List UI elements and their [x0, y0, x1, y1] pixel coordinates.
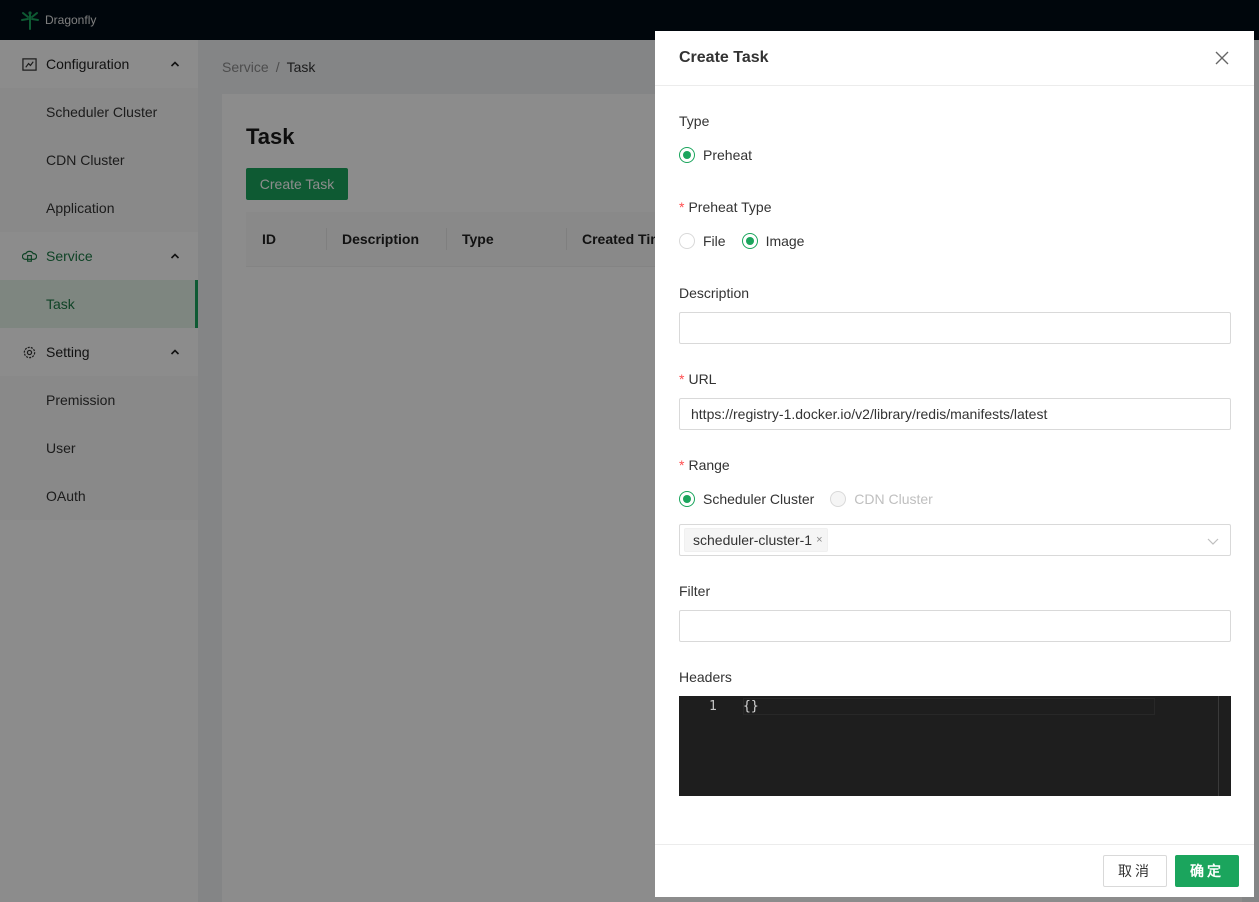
chevron-down-icon [1207, 538, 1219, 545]
create-task-drawer: Create Task Type Preheat * Preheat Type F… [655, 31, 1254, 897]
editor-scrollbar[interactable] [1218, 696, 1219, 796]
required-mark: * [679, 371, 685, 387]
description-input[interactable] [679, 312, 1231, 344]
radio-image[interactable]: Image [741, 233, 805, 249]
radio-dot [679, 491, 695, 507]
description-label-text: Description [679, 285, 750, 301]
required-mark: * [679, 199, 685, 215]
radio-file[interactable]: File [679, 233, 726, 249]
tag-close-icon[interactable]: × [816, 534, 822, 546]
selected-tag: scheduler-cluster-1 × [684, 528, 828, 552]
url-label: * URL [679, 371, 716, 387]
required-mark: * [679, 457, 685, 473]
type-label-text: Type [679, 113, 710, 129]
radio-dot [741, 233, 758, 249]
url-label-text: URL [688, 371, 717, 387]
current-line-highlight [743, 698, 1155, 715]
headers-label: Headers [679, 669, 732, 685]
drawer-title: Create Task [679, 49, 769, 66]
preheat-type-label: * Preheat Type [679, 199, 771, 215]
preheat-type-radio-group: File Image [679, 233, 820, 249]
radio-preheat-label: Preheat [703, 147, 753, 163]
radio-preheat[interactable]: Preheat [679, 147, 752, 163]
radio-cdn-cluster-label: CDN Cluster [854, 491, 933, 507]
drawer-footer: 取消 确定 [655, 844, 1254, 897]
confirm-button[interactable]: 确定 [1175, 855, 1239, 887]
close-icon[interactable] [1214, 50, 1230, 66]
radio-scheduler-cluster-label: Scheduler Cluster [703, 491, 815, 507]
drawer-header: Create Task [655, 31, 1254, 86]
type-radio-group: Preheat [679, 147, 768, 163]
radio-dot [679, 233, 695, 249]
editor-code: {} [743, 699, 759, 714]
radio-dot [830, 491, 847, 507]
preheat-type-label-text: Preheat Type [688, 199, 772, 215]
range-radio-group: Scheduler Cluster CDN Cluster [679, 491, 949, 507]
description-label: Description [679, 285, 749, 301]
type-label: Type [679, 113, 709, 129]
headers-code-editor[interactable]: 1 {} [679, 696, 1231, 796]
radio-image-label: Image [765, 233, 805, 249]
radio-cdn-cluster[interactable]: CDN Cluster [830, 491, 933, 507]
selected-tag-label: scheduler-cluster-1 [693, 532, 813, 548]
range-label: * Range [679, 457, 730, 473]
cancel-button[interactable]: 取消 [1103, 855, 1167, 887]
filter-input[interactable] [679, 610, 1231, 642]
scheduler-cluster-select[interactable]: scheduler-cluster-1 × [679, 524, 1231, 556]
radio-dot [679, 147, 695, 163]
filter-label-text: Filter [679, 583, 711, 599]
radio-scheduler-cluster[interactable]: Scheduler Cluster [679, 491, 814, 507]
radio-file-label: File [703, 233, 726, 249]
range-label-text: Range [688, 457, 730, 473]
url-input[interactable] [679, 398, 1231, 430]
filter-label: Filter [679, 583, 710, 599]
line-number: 1 [709, 699, 717, 714]
headers-label-text: Headers [679, 669, 732, 685]
